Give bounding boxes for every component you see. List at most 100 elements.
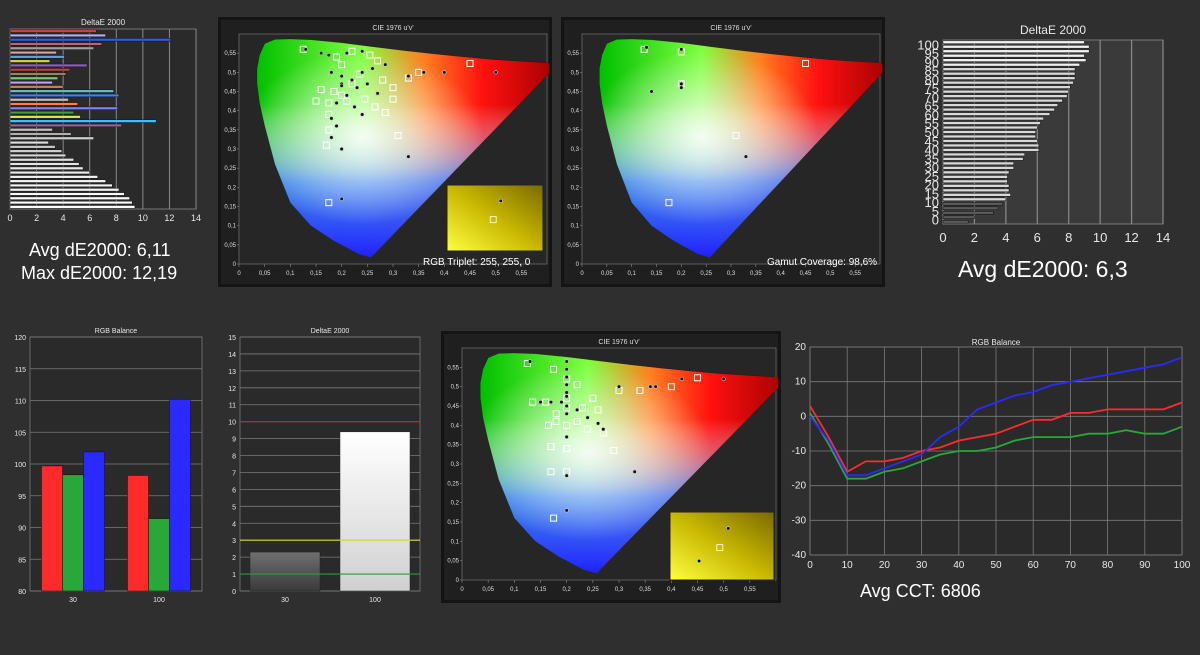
bar bbox=[9, 132, 72, 136]
y-tick-label: 0,55 bbox=[224, 51, 236, 57]
bar bbox=[9, 136, 94, 140]
bar bbox=[942, 45, 1090, 49]
cie-panel-1: CIE 1976 u'v' 0 0,05 0,1 0,15 0,2 0,25 0,3 0,35 0… bbox=[218, 17, 552, 287]
x-tick-label: 40 bbox=[953, 560, 965, 571]
measured-point bbox=[329, 116, 334, 121]
measured-point bbox=[679, 85, 684, 90]
bar bbox=[9, 110, 75, 115]
y-tick-label: 2 bbox=[232, 555, 236, 562]
y-tick-label: 95 bbox=[18, 494, 26, 501]
x-tick-label: 30 bbox=[916, 560, 928, 571]
x-tick-label: 100 bbox=[153, 597, 165, 604]
y-tick-label: 0,3 bbox=[571, 147, 580, 153]
x-tick-label: 12 bbox=[164, 213, 174, 223]
y-tick-label: 0,45 bbox=[567, 90, 579, 96]
rgb-balance-bar-chart: RGB Balance 120 115 110 105 100 95 90 85 80 30 100 bbox=[0, 325, 212, 607]
x-tick-label: 0,35 bbox=[413, 271, 425, 277]
bar bbox=[942, 76, 1076, 80]
y-tick-label: 85 bbox=[18, 557, 26, 564]
bar bbox=[9, 140, 49, 145]
x-tick-label: 80 bbox=[1102, 560, 1114, 571]
bar bbox=[9, 200, 133, 205]
measured-point bbox=[653, 384, 658, 389]
bar bbox=[942, 179, 1008, 184]
measured-point bbox=[564, 390, 569, 395]
bar bbox=[942, 71, 1076, 76]
x-tick-label: 0,15 bbox=[535, 587, 547, 593]
y-tick-label: 0,2 bbox=[228, 185, 237, 191]
inset-measured-point bbox=[726, 526, 731, 531]
y-tick-label: 0,25 bbox=[224, 166, 236, 172]
measured-point bbox=[370, 66, 375, 71]
measured-point bbox=[564, 374, 569, 380]
measured-point bbox=[648, 384, 653, 389]
x-tick-label: 0,2 bbox=[677, 271, 686, 277]
grayscale-max-de: Max dE2000: 12,19 bbox=[21, 263, 178, 283]
x-tick-label: 0,5 bbox=[719, 587, 728, 593]
x-tick-label: 30 bbox=[69, 597, 77, 604]
measured-point bbox=[575, 407, 580, 412]
y-tick-label: 8 bbox=[232, 454, 236, 461]
y-tick-label: -30 bbox=[792, 515, 807, 526]
y-tick-label: 0,25 bbox=[447, 481, 459, 487]
y-tick-label: 110 bbox=[15, 399, 26, 406]
gamut-coverage-label: Gamut Coverage: 98,6% bbox=[767, 257, 878, 268]
cie-chart-3: CIE 1976 u'v'0 0,05 0,1 0,15 0,2 0,25 0,3 0,35 0… bbox=[444, 334, 778, 600]
y-tick-label: -10 bbox=[792, 446, 807, 457]
y-tick-label: 0,3 bbox=[451, 462, 460, 468]
bar bbox=[942, 130, 1036, 134]
y-tick-label: 0,55 bbox=[447, 365, 459, 371]
x-tick-label: 0 bbox=[807, 560, 813, 571]
bar bbox=[942, 215, 975, 219]
measured-point bbox=[352, 104, 357, 109]
measured-point bbox=[339, 196, 344, 201]
x-tick-label: 0,05 bbox=[601, 271, 613, 277]
avg-cct: Avg CCT: 6806 bbox=[860, 581, 981, 601]
measured-point bbox=[743, 154, 748, 159]
x-tick-label: 90 bbox=[1139, 560, 1151, 571]
y-tick-label: 9 bbox=[232, 437, 236, 444]
bar bbox=[62, 474, 84, 592]
bar bbox=[9, 205, 136, 209]
x-tick-label: 0,55 bbox=[744, 587, 756, 593]
y-tick-label: 6 bbox=[232, 487, 236, 494]
y-tick-label: 0,5 bbox=[451, 385, 460, 391]
bar bbox=[9, 149, 63, 153]
x-tick-label: 0,45 bbox=[464, 271, 476, 277]
y-tick-label: 20 bbox=[795, 342, 807, 353]
y-tick-label: 3 bbox=[232, 538, 236, 545]
bar bbox=[942, 116, 1044, 121]
bar bbox=[9, 38, 172, 42]
measured-point bbox=[303, 47, 308, 52]
x-tick-label: 0,35 bbox=[639, 587, 651, 593]
bar bbox=[9, 72, 67, 76]
bar bbox=[9, 46, 94, 50]
bar bbox=[942, 175, 1008, 179]
x-tick-label: 0 bbox=[7, 213, 12, 223]
x-tick-label: 0,25 bbox=[361, 271, 373, 277]
measured-point bbox=[339, 146, 344, 152]
measured-point bbox=[375, 91, 380, 96]
x-tick-label: 0 bbox=[939, 230, 946, 245]
y-tick-label: 0 bbox=[232, 589, 236, 596]
x-tick-label: 60 bbox=[1028, 560, 1040, 571]
y-tick-label: 0,15 bbox=[224, 205, 236, 211]
measured-point bbox=[721, 376, 726, 382]
rgb-balance-bars-panel: RGB Balance 120 115 110 105 100 95 90 85 80 30 100 bbox=[0, 325, 212, 607]
x-tick-label: 0,1 bbox=[510, 587, 519, 593]
bar bbox=[339, 431, 411, 592]
x-tick-label: 0,35 bbox=[750, 271, 762, 277]
y-tick-label: 7 bbox=[232, 470, 236, 477]
x-tick-label: 0,55 bbox=[849, 271, 861, 277]
bar bbox=[9, 98, 69, 102]
x-tick-label: 0,2 bbox=[337, 271, 346, 277]
y-tick-label: 0,1 bbox=[571, 224, 580, 230]
chart-title: DeltaE 2000 bbox=[311, 328, 350, 335]
x-tick-label: 0,3 bbox=[389, 271, 398, 277]
bar bbox=[9, 29, 97, 33]
measured-point bbox=[538, 400, 543, 405]
bar bbox=[169, 398, 191, 592]
measured-point bbox=[334, 123, 339, 129]
bar bbox=[942, 49, 1090, 53]
measured-point bbox=[442, 70, 447, 75]
